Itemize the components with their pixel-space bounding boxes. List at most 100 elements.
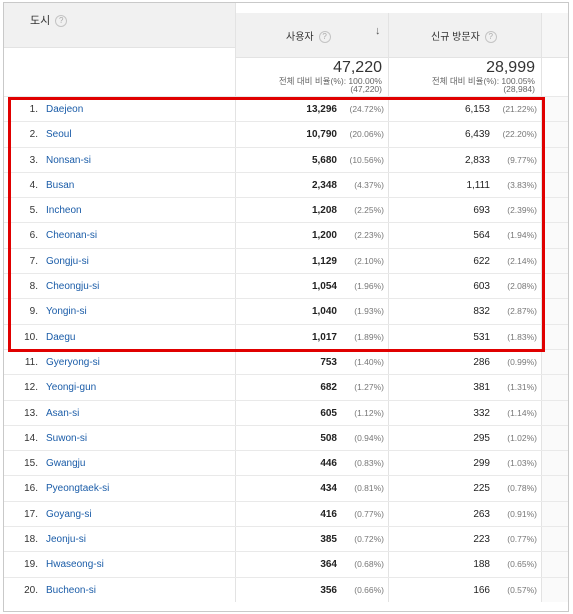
new-visitors-value: 166 <box>473 584 490 596</box>
users-cell: 1,200 (2.23%) <box>236 223 389 248</box>
new-visitors-percent: (1.03%) <box>507 458 537 469</box>
users-total-detail: (47,220) <box>350 84 382 94</box>
new-visitors-cell: 166 (0.57%) <box>389 577 542 602</box>
users-value: 1,040 <box>311 306 337 318</box>
users-total: 47,220 전체 대비 비율(%): 100.00% (47,220) <box>236 58 389 96</box>
city-cell: 3. Nonsan-si <box>4 147 236 172</box>
city-link[interactable]: Busan <box>46 180 74 191</box>
users-column-header[interactable]: 사용자? ↓ <box>236 13 389 58</box>
users-cell: 1,208 (2.25%) <box>236 198 389 223</box>
city-link[interactable]: Gyeryong-si <box>46 357 100 368</box>
more-columns-cell <box>542 425 568 451</box>
new-visitors-cell: 564 (1.94%) <box>389 223 542 248</box>
city-link[interactable]: Yongin-si <box>46 306 87 317</box>
city-link[interactable]: Daegu <box>46 332 75 343</box>
city-link[interactable]: Yeongi-gun <box>46 382 96 393</box>
city-link[interactable]: Gwangju <box>46 458 85 469</box>
users-cell: 434 (0.81%) <box>236 476 389 501</box>
city-header-label[interactable]: 도시? <box>30 12 68 28</box>
city-link[interactable]: Cheonan-si <box>46 230 97 241</box>
users-header-text: 사용자 <box>286 32 314 43</box>
users-cell: 2,348 (4.37%) <box>236 172 389 198</box>
table-row: 15. Gwangju 446 (0.83%) 299 (1.03%) <box>4 450 568 476</box>
new-visitors-cell: 622 (2.14%) <box>389 248 542 274</box>
new-visitors-value: 6,439 <box>464 129 490 141</box>
new-visitors-column-header[interactable]: 신규 방문자? <box>389 13 542 58</box>
city-link[interactable]: Gongju-si <box>46 256 89 267</box>
city-cell: 18. Jeonju-si <box>4 527 236 552</box>
users-value: 364 <box>320 559 337 571</box>
help-icon[interactable]: ? <box>484 31 497 44</box>
new-visitors-value: 531 <box>473 331 490 343</box>
table-row: 20. Bucheon-si 356 (0.66%) 166 (0.57%) <box>4 576 568 602</box>
city-link[interactable]: Hwaseong-si <box>46 559 104 570</box>
users-cell: 13,296 (24.72%) <box>236 97 389 122</box>
new-visitors-total-detail: (28,984) <box>503 84 535 94</box>
table-row: 9. Yongin-si 1,040 (1.93%) 832 (2.87%) <box>4 298 568 324</box>
city-link[interactable]: Nonsan-si <box>46 155 91 166</box>
city-link[interactable]: Goyang-si <box>46 509 92 520</box>
city-cell: 10. Daegu <box>4 324 236 349</box>
table-row: 4. Busan 2,348 (4.37%) 1,111 (3.83%) <box>4 171 568 198</box>
city-link[interactable]: Jeonju-si <box>46 534 86 545</box>
help-icon[interactable]: ? <box>318 31 331 44</box>
city-link[interactable]: Pyeongtaek-si <box>46 483 109 494</box>
row-rank: 2. <box>29 129 38 141</box>
row-rank: 12. <box>24 382 38 394</box>
new-visitors-cell: 286 (0.99%) <box>389 349 542 375</box>
help-icon[interactable]: ? <box>55 15 68 28</box>
city-cell: 4. Busan <box>4 172 236 198</box>
new-visitors-value: 693 <box>473 205 490 217</box>
more-columns-cell <box>542 274 568 299</box>
sort-descending-icon[interactable]: ↓ <box>375 25 381 37</box>
users-percent: (1.27%) <box>354 382 384 393</box>
row-rank: 10. <box>24 331 38 343</box>
city-link[interactable]: Suwon-si <box>46 433 87 444</box>
table-row: 18. Jeonju-si 385 (0.72%) 223 (0.77%) <box>4 526 568 552</box>
city-link[interactable]: Incheon <box>46 205 82 216</box>
new-visitors-value: 295 <box>473 432 490 444</box>
new-visitors-percent: (2.08%) <box>507 281 537 292</box>
new-visitors-value: 263 <box>473 508 490 520</box>
new-visitors-cell: 225 (0.78%) <box>389 476 542 501</box>
city-link[interactable]: Asan-si <box>46 408 79 419</box>
users-percent: (0.94%) <box>354 432 384 443</box>
new-visitors-value: 564 <box>473 230 490 242</box>
city-cell: 1. Daejeon <box>4 97 236 122</box>
more-columns-cell <box>542 527 568 552</box>
new-visitors-percent: (0.57%) <box>507 584 537 595</box>
row-rank: 17. <box>24 508 38 520</box>
users-percent: (0.66%) <box>354 584 384 595</box>
more-columns-cell <box>542 172 568 198</box>
new-visitors-value: 622 <box>473 255 490 267</box>
new-visitors-cell: 6,439 (22.20%) <box>389 122 542 147</box>
users-cell: 5,680 (10.56%) <box>236 147 389 172</box>
city-cell: 19. Hwaseong-si <box>4 552 236 577</box>
new-visitors-value: 286 <box>473 356 490 368</box>
new-visitors-total: 28,999 전체 대비 비율(%): 100.05% (28,984) <box>389 58 542 96</box>
row-rank: 13. <box>24 407 38 419</box>
users-percent: (0.77%) <box>354 508 384 519</box>
city-link[interactable]: Cheongju-si <box>46 281 99 292</box>
new-visitors-header-text: 신규 방문자 <box>431 32 480 43</box>
new-visitors-value: 2,833 <box>464 154 490 166</box>
city-cell: 5. Incheon <box>4 198 236 223</box>
city-cell: 16. Pyeongtaek-si <box>4 476 236 501</box>
users-cell: 385 (0.72%) <box>236 527 389 552</box>
users-value: 416 <box>320 508 337 520</box>
city-link[interactable]: Bucheon-si <box>46 585 96 596</box>
row-rank: 5. <box>29 205 38 217</box>
table-row: 19. Hwaseong-si 364 (0.68%) 188 (0.65%) <box>4 551 568 577</box>
users-value: 605 <box>320 407 337 419</box>
new-visitors-percent: (2.39%) <box>507 205 537 216</box>
city-link[interactable]: Daejeon <box>46 104 83 115</box>
row-rank: 3. <box>29 154 38 166</box>
users-value: 385 <box>320 534 337 546</box>
new-visitors-percent: (2.87%) <box>507 306 537 317</box>
row-rank: 4. <box>29 179 38 191</box>
city-cell: 7. Gongju-si <box>4 248 236 274</box>
city-cell: 9. Yongin-si <box>4 299 236 324</box>
users-percent: (1.96%) <box>354 281 384 292</box>
users-percent: (0.83%) <box>354 458 384 469</box>
city-link[interactable]: Seoul <box>46 129 72 140</box>
